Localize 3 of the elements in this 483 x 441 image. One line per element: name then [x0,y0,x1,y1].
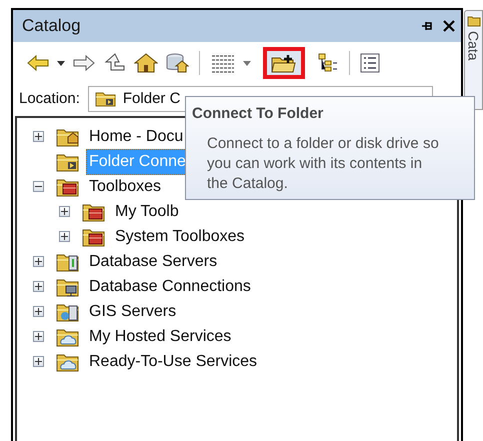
location-label: Location: [19,88,80,109]
window-title: Catalog [22,15,81,38]
tooltip-text: Connect to a folder or disk drive so you can work with its contents in the Catalog. [207,134,440,194]
